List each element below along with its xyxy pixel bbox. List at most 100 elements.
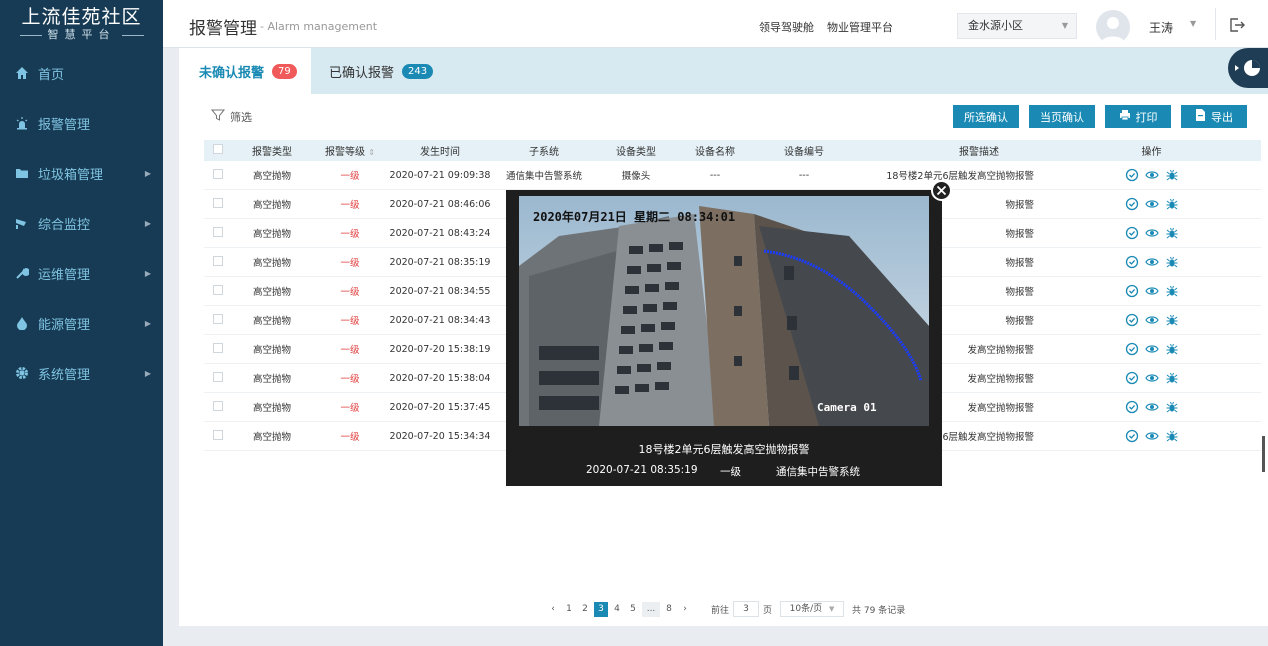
sidebar-item-monitor[interactable]: 综合监控 ▶ — [0, 198, 163, 248]
select-cell — [204, 313, 232, 327]
sidebar-item-home[interactable]: 首页 — [0, 48, 163, 98]
sidebar-item-energy[interactable]: 能源管理 ▶ — [0, 298, 163, 348]
row-checkbox[interactable] — [213, 255, 223, 266]
select-all-checkbox[interactable] — [213, 144, 223, 154]
row-checkbox[interactable] — [213, 400, 223, 411]
table-cell: 一级 — [340, 316, 360, 327]
row-checkbox[interactable] — [213, 197, 223, 208]
file-icon — [1195, 109, 1206, 124]
filter-button[interactable]: 筛选 — [210, 108, 252, 125]
tab-unconfirmed[interactable]: 未确认报警 79 — [179, 48, 311, 94]
confirm-icon[interactable] — [1125, 226, 1139, 240]
bug-icon[interactable] — [1165, 255, 1179, 269]
sidebar-item-trash[interactable]: 垃圾箱管理 ▶ — [0, 148, 163, 198]
bug-icon[interactable] — [1165, 197, 1179, 211]
select-cell — [204, 342, 232, 356]
col-header: 子系统 — [529, 147, 559, 158]
eye-icon[interactable] — [1144, 255, 1159, 269]
chart-toggle-button[interactable] — [1228, 48, 1268, 88]
table-cell: 高空抛物 — [252, 171, 291, 182]
confirm-icon[interactable] — [1125, 342, 1139, 356]
row-checkbox[interactable] — [213, 371, 223, 382]
close-button[interactable] — [931, 180, 952, 201]
page-number[interactable]: 1 — [562, 602, 576, 617]
gear-icon — [14, 365, 30, 381]
goto-page-input[interactable]: 3 — [733, 601, 760, 617]
sidebar-item-alarm[interactable]: 报警管理 — [0, 98, 163, 148]
page-number[interactable]: 8 — [662, 602, 676, 617]
bug-icon[interactable] — [1165, 400, 1179, 414]
eye-icon[interactable] — [1144, 371, 1159, 385]
confirm-page-button[interactable]: 当页确认 — [1029, 105, 1095, 128]
next-page-button[interactable]: › — [678, 602, 692, 617]
row-checkbox[interactable] — [213, 226, 223, 237]
table-cell: 摄像头 — [621, 171, 651, 182]
row-actions — [1104, 168, 1199, 182]
bug-icon[interactable] — [1165, 342, 1179, 356]
sidebar-item-system[interactable]: 系统管理 ▶ — [0, 348, 163, 398]
bug-icon[interactable] — [1165, 429, 1179, 443]
chevron-down-icon[interactable]: ▼ — [1190, 19, 1196, 28]
row-checkbox[interactable] — [213, 342, 223, 353]
page-size-select[interactable]: 10条/页 ▼ — [780, 601, 845, 617]
bug-icon[interactable] — [1165, 284, 1179, 298]
table-header: 报警类型 报警等级 ⇕ 发生时间 子系统 设备类型 设备名称 设备编号 报警描述… — [204, 140, 1261, 161]
row-checkbox[interactable] — [213, 284, 223, 295]
actions-cell — [1104, 226, 1199, 240]
page-number[interactable]: 5 — [626, 602, 640, 617]
page-number[interactable]: 2 — [578, 602, 592, 617]
leader-cockpit-link[interactable]: 领导驾驶舱 — [759, 19, 814, 35]
confirm-icon[interactable] — [1125, 255, 1139, 269]
alarm-description: 18号楼2单元6层触发高空抛物报警 — [638, 443, 810, 456]
table-cell: 通信集中告警系统 — [505, 171, 582, 182]
prev-page-button[interactable]: ‹ — [546, 602, 560, 617]
eye-icon[interactable] — [1144, 226, 1159, 240]
tab-confirmed[interactable]: 已确认报警 243 — [329, 48, 434, 94]
page-number[interactable]: ... — [642, 601, 660, 617]
bug-icon[interactable] — [1165, 371, 1179, 385]
eye-icon[interactable] — [1144, 313, 1159, 327]
filter-icon — [210, 108, 226, 125]
confirm-icon[interactable] — [1125, 284, 1139, 298]
sort-icon[interactable]: ⇕ — [368, 148, 375, 157]
scrollbar-thumb[interactable] — [1262, 436, 1265, 472]
confirm-icon[interactable] — [1125, 400, 1139, 414]
confirm-icon[interactable] — [1125, 197, 1139, 211]
close-icon — [936, 185, 947, 196]
table-cell: 一级 — [340, 403, 360, 414]
eye-icon[interactable] — [1144, 342, 1159, 356]
page-number[interactable]: 4 — [610, 602, 624, 617]
table-cell: 18号楼2单元6层触发高空抛物报警 — [886, 171, 1034, 182]
table-row[interactable]: 高空抛物 一级 2020-07-21 09:09:38 通信集中告警系统 摄像头 --- -… — [204, 161, 1261, 190]
logout-icon[interactable] — [1229, 17, 1245, 33]
export-button[interactable]: 导出 — [1181, 105, 1247, 128]
sidebar-item-ops[interactable]: 运维管理 ▶ — [0, 248, 163, 298]
page-number[interactable]: 3 — [594, 601, 608, 617]
avatar[interactable] — [1096, 10, 1130, 44]
confirm-icon[interactable] — [1125, 429, 1139, 443]
eye-icon[interactable] — [1144, 429, 1159, 443]
confirm-selected-button[interactable]: 所选确认 — [953, 105, 1019, 128]
confirm-icon[interactable] — [1125, 313, 1139, 327]
confirm-icon[interactable] — [1125, 371, 1139, 385]
bug-icon[interactable] — [1165, 313, 1179, 327]
table-cell: 2020-07-21 08:46:06 — [389, 198, 491, 210]
eye-icon[interactable] — [1144, 284, 1159, 298]
table-cell: --- — [798, 169, 810, 181]
table-cell: 高空抛物 — [252, 258, 291, 269]
community-select[interactable]: 金水源小区 ▼ — [957, 13, 1077, 39]
eye-icon[interactable] — [1144, 197, 1159, 211]
confirm-icon[interactable] — [1125, 168, 1139, 182]
row-checkbox[interactable] — [213, 429, 223, 440]
col-header-sortable[interactable]: 报警等级 ⇕ — [312, 143, 388, 158]
eye-icon[interactable] — [1144, 400, 1159, 414]
property-platform-link[interactable]: 物业管理平台 — [827, 19, 893, 35]
print-button[interactable]: 打印 — [1105, 105, 1171, 128]
row-checkbox[interactable] — [213, 313, 223, 324]
folder-icon — [14, 165, 30, 181]
username[interactable]: 王涛 — [1149, 19, 1173, 36]
bug-icon[interactable] — [1165, 226, 1179, 240]
eye-icon[interactable] — [1144, 168, 1159, 182]
row-checkbox[interactable] — [213, 168, 223, 179]
bug-icon[interactable] — [1165, 168, 1179, 182]
